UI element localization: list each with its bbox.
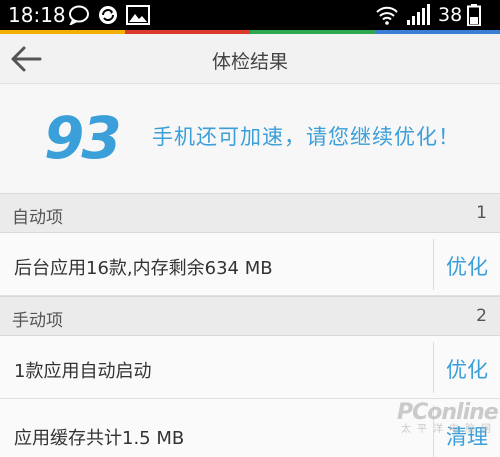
section-count: 1 [476, 203, 487, 223]
item-text: 后台应用16款,内存剩余634 MB [14, 258, 273, 279]
chat-bubble-icon [69, 5, 89, 25]
score-value: 93 [44, 104, 122, 172]
optimize-button[interactable]: 优化 [434, 251, 500, 281]
optimize-button[interactable]: 优化 [434, 354, 500, 384]
item-text: 1款应用自动启动 [14, 361, 152, 382]
list-item: 1款应用自动启动 优化 [0, 336, 500, 399]
section-header-auto: 自动项 1 [0, 193, 500, 233]
signal-icon [407, 4, 430, 25]
sync-icon [99, 6, 117, 24]
watermark-text: PConline [397, 400, 499, 425]
list-item: 后台应用16款,内存剩余634 MB 优化 [0, 233, 500, 296]
battery-level-text: 38 [438, 4, 463, 26]
wifi-icon [376, 6, 398, 25]
item-text: 应用缓存共计1.5 MB [14, 428, 185, 449]
section-label: 手动项 [12, 311, 63, 331]
page-title: 体检结果 [211, 51, 288, 73]
section-label: 自动项 [12, 208, 63, 228]
watermark-subtext: 太平洋电脑网 [401, 424, 497, 435]
section-header-manual: 手动项 2 [0, 296, 500, 336]
status-time: 18:18 [8, 3, 66, 27]
watermark-logo: PConline 太平洋电脑网 [393, 400, 499, 440]
image-icon [126, 5, 150, 25]
score-panel: 93 手机还可加速，请您继续优化！ [0, 85, 500, 193]
app-header: 体检结果 [0, 34, 500, 84]
battery-icon [467, 4, 481, 26]
status-bar: 18:18 38 [0, 0, 500, 30]
section-count: 2 [476, 306, 487, 326]
score-message: 手机还可加速，请您继续优化！ [152, 125, 460, 149]
